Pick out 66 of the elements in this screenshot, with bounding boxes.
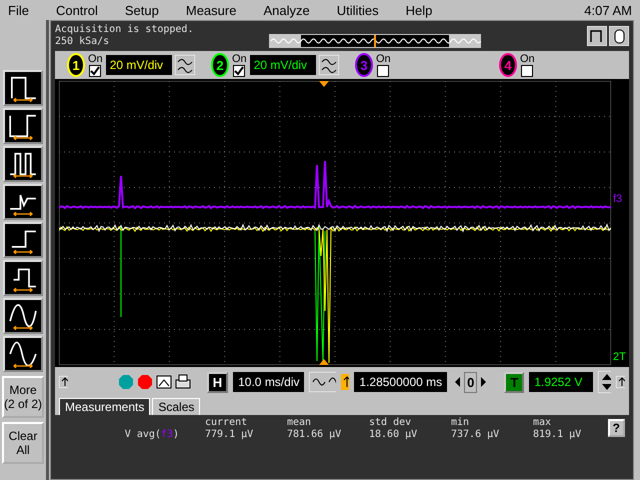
measurement-tool-button[interactable]	[3, 260, 43, 296]
on-checkbox[interactable]	[233, 64, 246, 76]
measurement-tool-button[interactable]	[3, 146, 43, 182]
timebase-field[interactable]: 10.0 ms/div	[233, 372, 304, 392]
side-button[interactable]: More (2 of 2)	[2, 376, 44, 418]
delay-field[interactable]: 1.28500000 ms	[354, 372, 448, 392]
on-label: On	[232, 54, 247, 64]
channel-number[interactable]: 1	[67, 53, 85, 77]
menu-item[interactable]: Analyze	[263, 2, 310, 18]
on-checkbox[interactable]	[89, 64, 102, 76]
on-label: On	[520, 54, 535, 64]
measurement-tool-button[interactable]	[3, 70, 43, 106]
horizontal-button[interactable]: H	[206, 372, 228, 392]
measurement-tool-button[interactable]	[3, 336, 43, 372]
tab[interactable]: Measurements	[59, 398, 150, 415]
on-checkbox[interactable]	[377, 64, 390, 76]
measurement-tool-button[interactable]	[3, 108, 43, 144]
menu-item[interactable]: Measure	[186, 2, 236, 18]
channel-number[interactable]: 4	[499, 53, 517, 77]
menu-item[interactable]: Control	[56, 2, 98, 18]
measurement-value: 737.6 µV	[451, 429, 500, 441]
side-button[interactable]: Clear All	[2, 422, 44, 464]
channel-number[interactable]: 2	[211, 53, 229, 77]
wave-icon[interactable]	[174, 55, 195, 75]
wave-icon[interactable]	[309, 372, 336, 392]
measurement-label: V avg(f3)	[124, 429, 180, 441]
column-header: std dev	[369, 417, 412, 429]
measurement-value: 781.66 µV	[287, 429, 342, 441]
clock: 4:07 AM	[584, 2, 632, 18]
tab[interactable]: Scales	[152, 398, 200, 415]
trigger-button[interactable]: T	[504, 372, 524, 392]
channel-number[interactable]: 3	[355, 53, 373, 77]
measurement-tool-button[interactable]	[3, 184, 43, 220]
scale-field[interactable]: 20 mV/div	[250, 55, 316, 75]
measurement-value: 779.1 µV	[205, 429, 254, 441]
pulse-icon[interactable]	[587, 26, 607, 46]
menu-item[interactable]: Help	[406, 2, 432, 18]
menu-item[interactable]: Utilities	[336, 2, 379, 18]
on-label: On	[88, 54, 103, 64]
on-label: On	[376, 54, 391, 64]
reference-button[interactable]: 0	[464, 372, 478, 392]
spin-arrows-icon[interactable]	[598, 371, 612, 393]
measurement-tool-button[interactable]	[3, 222, 43, 258]
menu-item[interactable]: File	[8, 2, 29, 18]
function-marker: f3	[613, 193, 624, 205]
waveform-display[interactable]	[59, 81, 611, 365]
measurement-tool-button[interactable]	[3, 298, 43, 334]
arrow-up-icon[interactable]	[616, 376, 625, 388]
column-header: current	[205, 417, 248, 429]
wave-icon[interactable]	[318, 55, 339, 75]
trigger-level-field[interactable]: 1.9252 V	[529, 372, 594, 392]
trigger-marker: 2T	[613, 351, 626, 363]
measurement-value: 819.1 µV	[533, 429, 582, 441]
column-header: max	[533, 417, 552, 429]
status-text: 250 kSa/s	[55, 36, 110, 48]
column-header: min	[451, 417, 470, 429]
waveform-overview[interactable]	[269, 34, 481, 48]
measurement-value: 18.60 µV	[369, 429, 418, 441]
arrow-up-icon[interactable]	[340, 374, 350, 390]
status-text: Acquisition is stopped.	[55, 24, 194, 36]
scale-field[interactable]: 20 mV/div	[106, 55, 172, 75]
help-button[interactable]: ?	[608, 419, 625, 437]
on-checkbox[interactable]	[521, 64, 534, 76]
menu-item[interactable]: Setup	[124, 2, 159, 18]
column-header: mean	[287, 417, 312, 429]
arrow-up-icon[interactable]	[59, 376, 68, 388]
